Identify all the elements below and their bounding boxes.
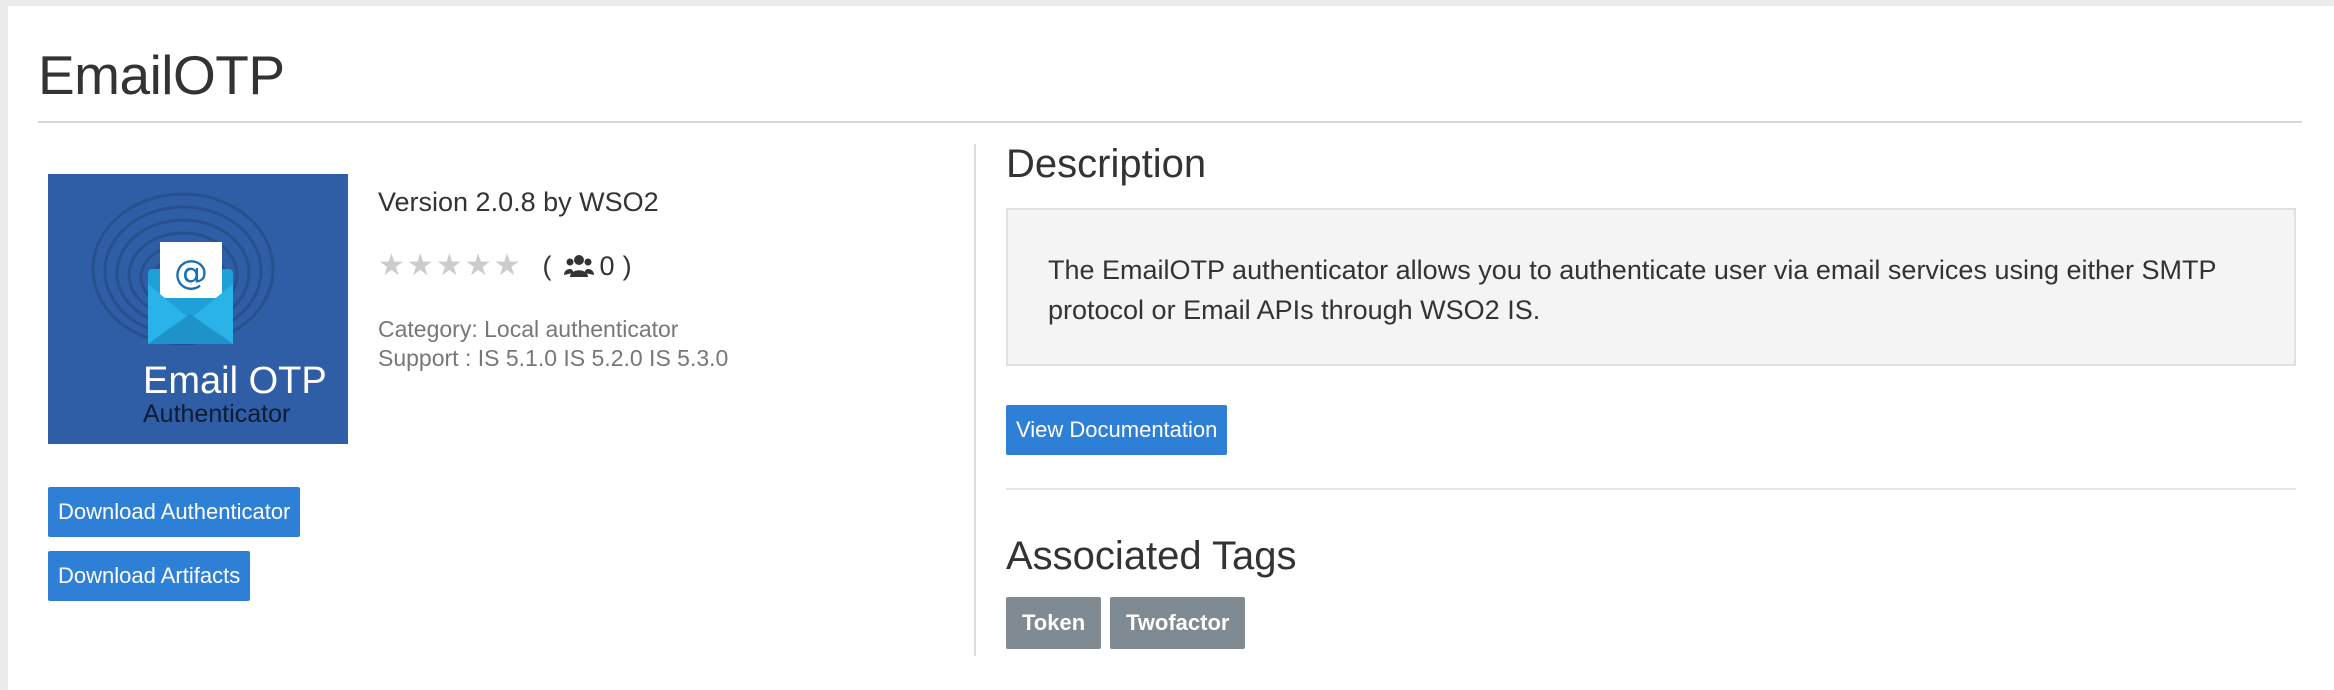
tag-twofactor[interactable]: Twofactor [1110, 597, 1246, 649]
view-documentation-button[interactable]: View Documentation [1006, 405, 1228, 455]
version-line: Version 2.0.8 by WSO2 [378, 187, 659, 217]
rating-row: ★ ★ ★ ★ ★ ( 0 ) [378, 246, 632, 286]
rating-stars[interactable]: ★ ★ ★ ★ ★ [378, 251, 521, 281]
logo-title: Email OTP [143, 360, 327, 402]
page: EmailOTP @ Email OTP Authenticator Versi… [8, 6, 2334, 690]
description-box: The EmailOTP authenticator allows you to… [1006, 208, 2296, 366]
support-line: Support : IS 5.1.0 IS 5.2.0 IS 5.3.0 [378, 345, 729, 371]
associated-tags-heading: Associated Tags [1006, 534, 1297, 578]
download-artifacts-button[interactable]: Download Artifacts [48, 551, 251, 601]
rating-count-value: 0 [599, 250, 615, 281]
star-icon[interactable]: ★ [465, 251, 492, 281]
star-icon[interactable]: ★ [378, 251, 405, 281]
product-logo: @ Email OTP Authenticator [48, 174, 348, 444]
svg-text:@: @ [174, 253, 208, 293]
star-icon[interactable]: ★ [436, 251, 463, 281]
page-title: EmailOTP [38, 44, 285, 106]
description-text: The EmailOTP authenticator allows you to… [1048, 255, 2217, 325]
star-icon[interactable]: ★ [407, 251, 434, 281]
rating-close-paren: ) [622, 250, 632, 281]
section-divider [1006, 488, 2296, 490]
users-icon [563, 253, 594, 279]
star-icon[interactable]: ★ [494, 251, 521, 281]
download-authenticator-button[interactable]: Download Authenticator [48, 487, 301, 537]
rating-count: ( 0 ) [543, 251, 632, 282]
column-divider [974, 144, 976, 656]
logo-subtitle: Authenticator [143, 400, 291, 428]
description-heading: Description [1006, 142, 1207, 186]
category-line: Category: Local authenticator [378, 316, 679, 342]
title-divider [38, 121, 2302, 123]
rating-open-paren: ( [542, 250, 552, 281]
tag-token[interactable]: Token [1006, 597, 1102, 649]
